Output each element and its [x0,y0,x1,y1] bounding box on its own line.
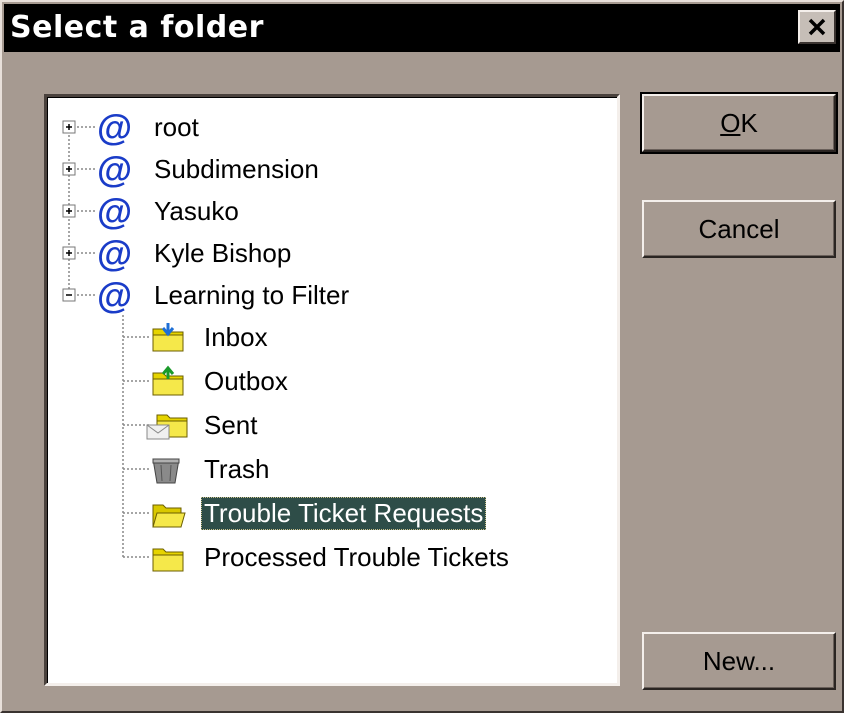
tree-node-label: Kyle Bishop [154,237,292,268]
open-folder-icon [152,504,186,528]
folder-icon [152,548,184,572]
tree-node-learning-to-filter[interactable]: Learning to Filter [151,276,352,314]
new-label: New... [702,645,776,676]
tree-node-processed-trouble-tickets[interactable]: Processed Trouble Tickets [201,538,512,576]
tree-node-root[interactable]: root [151,108,202,146]
tree-node-trouble-ticket-requests[interactable]: Trouble Ticket Requests [201,494,487,532]
cancel-button[interactable]: Cancel [642,200,836,258]
tree-node-yasuko[interactable]: Yasuko [151,192,242,230]
new-folder-button[interactable]: New... [642,632,836,690]
tree-node-kyle-bishop[interactable]: Kyle Bishop [151,234,294,272]
collapse-learning-to-filter-icon [62,288,76,302]
at-sign-icon: @ [97,191,132,232]
tree-node-subdimension[interactable]: Subdimension [151,150,322,188]
tree-node-label: Trash [204,453,270,484]
dialog-title: Select a folder [10,10,264,45]
expand-root-icon [62,120,76,134]
sent-folder-icon [146,414,188,440]
at-sign-icon: @ [97,149,132,190]
tree-node-trash[interactable]: Trash [201,450,273,488]
tree-node-label: root [154,111,199,142]
tree-node-inbox[interactable]: Inbox [201,318,271,356]
ok-mnemonic: O [720,107,741,138]
tree-node-label: Sent [204,409,258,440]
trash-icon [152,458,180,484]
tree-node-label-selected: Trouble Ticket Requests [201,496,487,530]
tree-node-sent[interactable]: Sent [201,406,261,444]
at-sign-icon: @ [97,275,132,316]
tree-node-label: Inbox [204,321,268,352]
title-bar[interactable]: Select a folder [4,4,840,52]
outbox-folder-icon [152,365,184,396]
tree-node-label: Learning to Filter [154,279,350,310]
at-sign-icon: @ [97,107,132,148]
at-sign-icon: @ [97,233,132,274]
expand-kyle-bishop-icon [62,246,76,260]
tree-node-label: Yasuko [154,195,239,226]
close-button[interactable] [798,10,836,44]
expand-subdimension-icon [62,162,76,176]
tree-node-label: Processed Trouble Tickets [204,541,509,572]
cancel-label: Cancel [698,213,780,244]
close-icon [808,18,826,36]
tree-node-outbox[interactable]: Outbox [201,362,291,400]
folder-tree[interactable]: @ @ @ @ @ root Subdimension Yasuko Kyle … [44,94,620,686]
tree-node-label: Outbox [204,365,288,396]
ok-button[interactable]: OK [640,92,838,154]
inbox-folder-icon [152,323,184,352]
tree-node-label: Subdimension [154,153,319,184]
select-folder-dialog: Select a folder @ @ @ @ @ root Subdimens… [0,0,844,713]
ok-label: K [740,107,758,138]
tree-connector-lines: @ @ @ @ @ [62,107,188,572]
expand-yasuko-icon [62,204,76,218]
